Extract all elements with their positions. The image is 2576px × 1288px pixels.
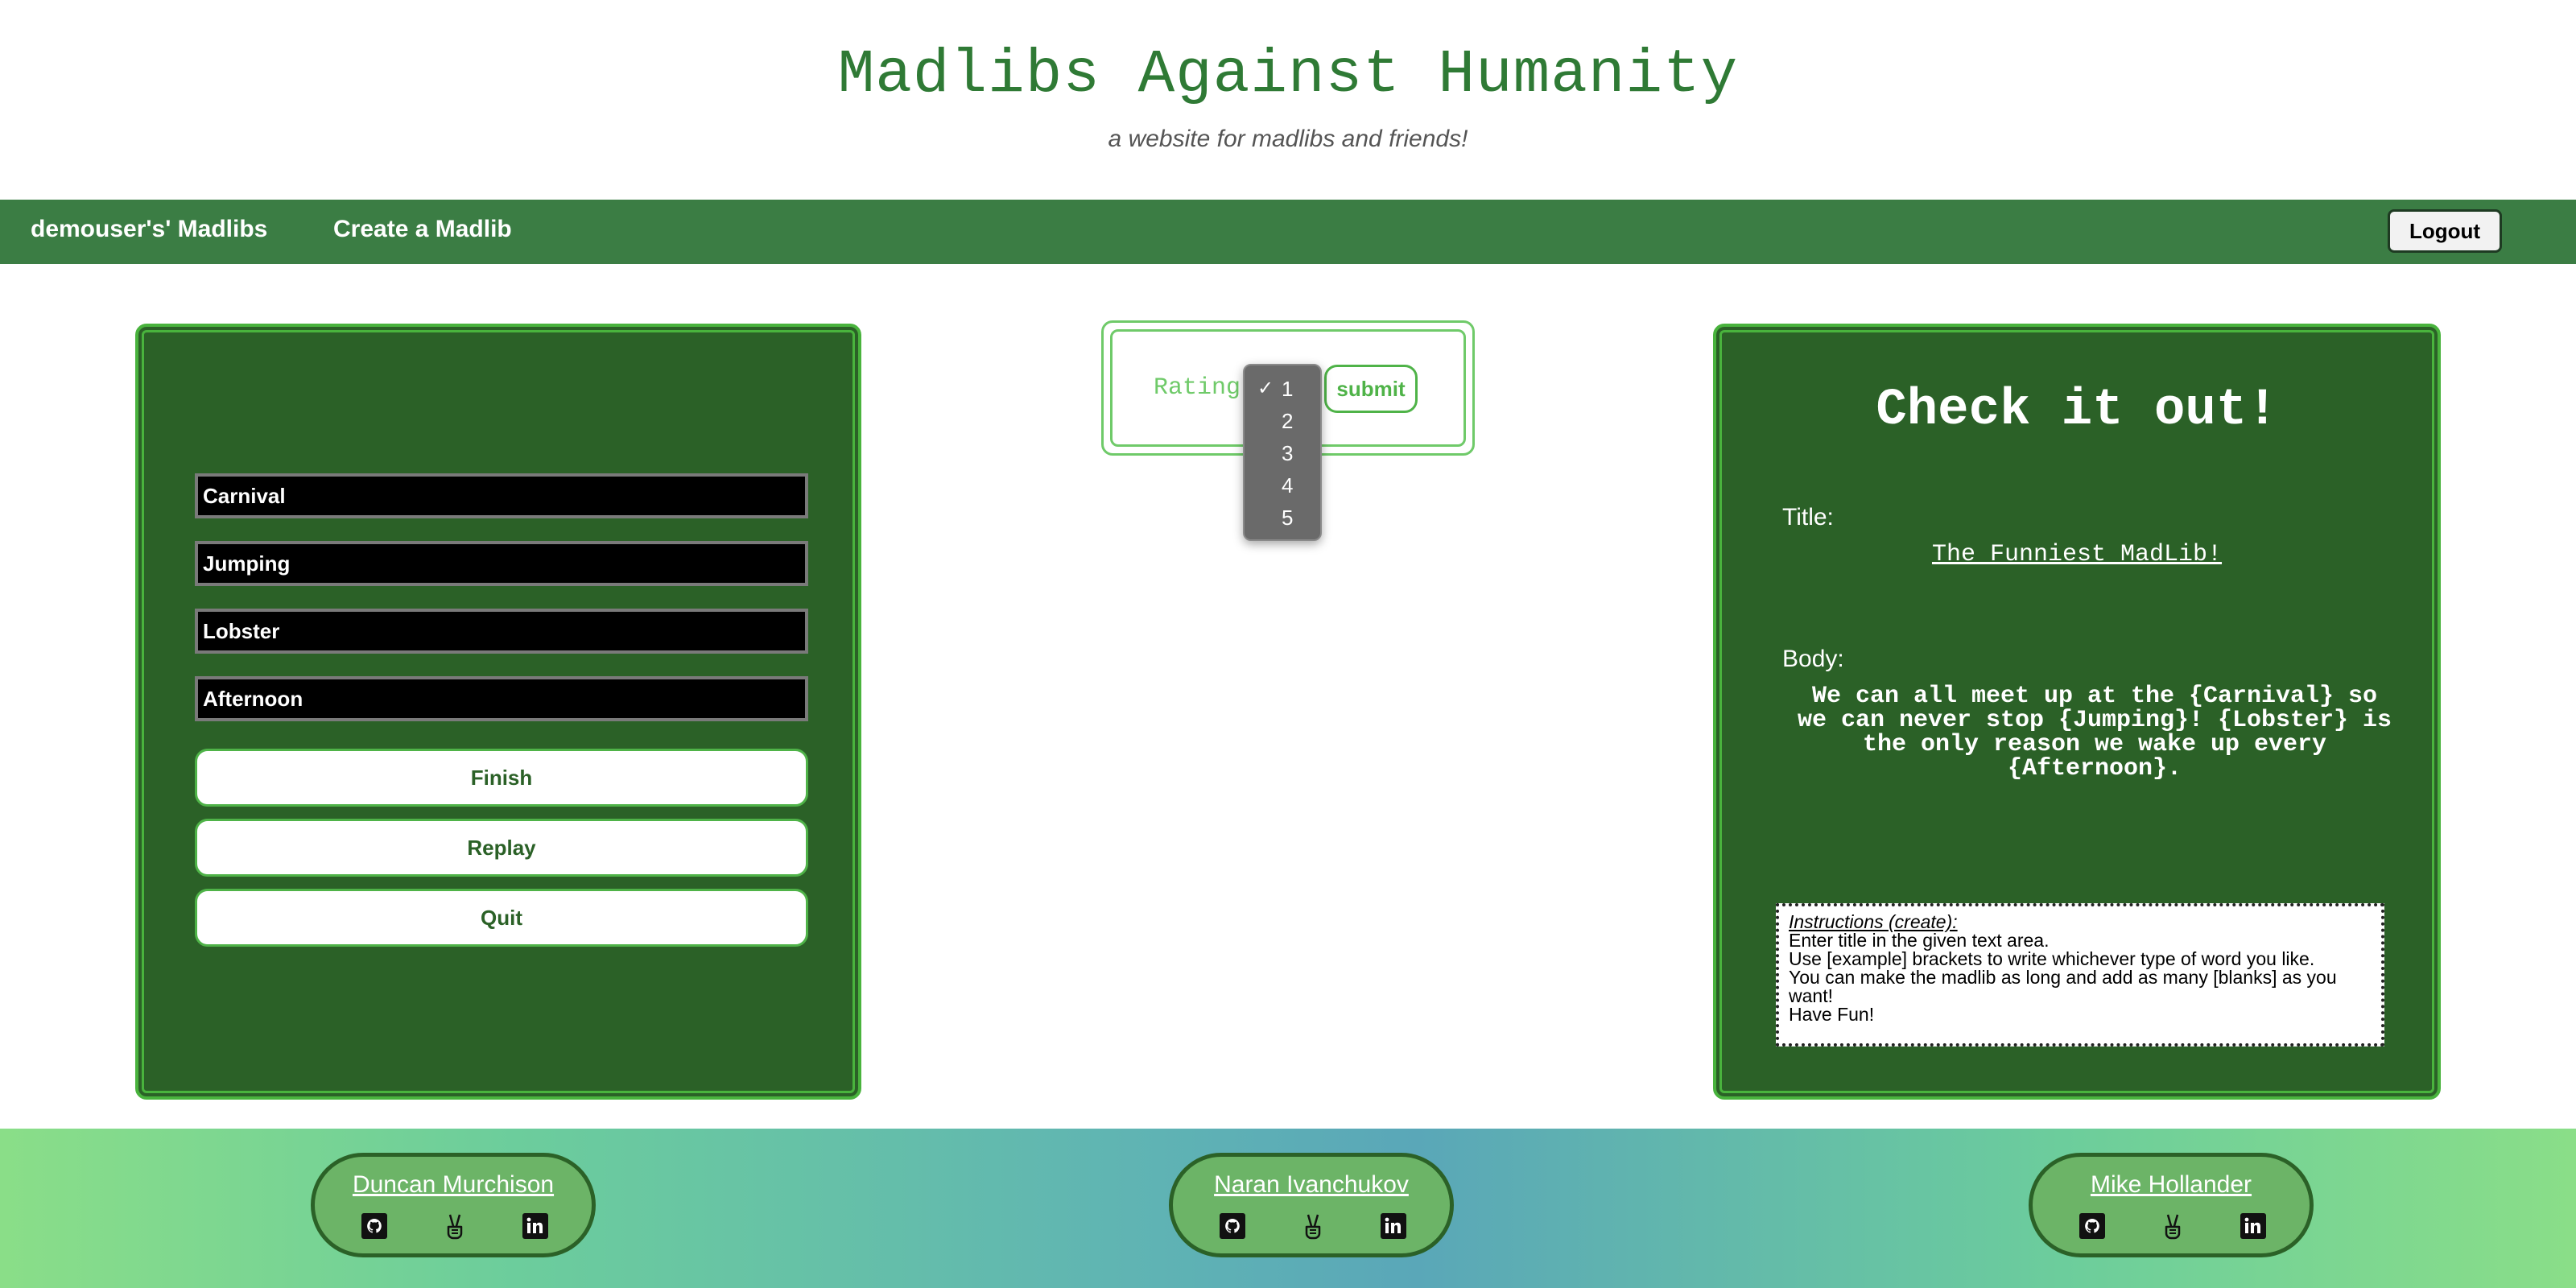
rating-option-label: 3 [1282, 441, 1294, 465]
replay-button[interactable]: Replay [195, 819, 808, 877]
finish-button[interactable]: Finish [195, 749, 808, 807]
body-label: Body: [1782, 646, 1844, 672]
site-subtitle: a website for madlibs and friends! [1108, 126, 1468, 152]
word-input-4[interactable]: Afternoon [195, 676, 808, 721]
check-icon: ✓ [1257, 378, 1274, 399]
peace-hand-icon[interactable] [2158, 1212, 2187, 1241]
preview-heading: Check it out! [1876, 382, 2278, 440]
rating-option-5[interactable]: 5 [1245, 502, 1323, 535]
instructions-line: Use [example] brackets to write whicheve… [1789, 948, 2315, 969]
author-name-link[interactable]: Naran Ivanchukov [1173, 1171, 1450, 1199]
title-label: Title: [1782, 504, 1834, 530]
author-card-naran: Naran Ivanchukov [1169, 1153, 1454, 1257]
rating-option-label: 1 [1282, 377, 1294, 401]
rating-select-dropdown[interactable]: ✓ 1 2 3 4 5 [1243, 364, 1322, 541]
word-input-2[interactable]: Jumping [195, 541, 808, 586]
author-card-duncan: Duncan Murchison [311, 1153, 596, 1257]
rating-option-label: 5 [1282, 506, 1294, 530]
peace-hand-icon[interactable] [1298, 1212, 1327, 1241]
author-card-mike: Mike Hollander [2029, 1153, 2314, 1257]
rating-option-1[interactable]: ✓ 1 [1245, 374, 1323, 406]
instructions-line: Enter title in the given text area. [1789, 930, 2050, 951]
instructions-title: Instructions (create): [1789, 911, 1958, 932]
instructions-box: Instructions (create): Enter title in th… [1776, 903, 2384, 1046]
rating-submit-button[interactable]: submit [1324, 365, 1418, 413]
instructions-line: You can make the madlib as long and add … [1789, 967, 2337, 1006]
linkedin-icon[interactable] [521, 1212, 550, 1241]
word-input-3[interactable]: Lobster [195, 609, 808, 654]
rating-option-label: 2 [1282, 409, 1294, 433]
rating-option-2[interactable]: 2 [1245, 406, 1323, 438]
peace-hand-icon[interactable] [440, 1212, 469, 1241]
instructions-line: Have Fun! [1789, 1004, 1875, 1025]
nav-create-madlib-link[interactable]: Create a Madlib [333, 216, 512, 243]
github-icon[interactable] [360, 1212, 389, 1241]
rating-option-3[interactable]: 3 [1245, 438, 1323, 470]
madlib-body: We can all meet up at the {Carnival} so … [1797, 683, 2392, 782]
madlib-preview-panel: Check it out! Title: The Funniest MadLib… [1713, 324, 2441, 1100]
github-icon[interactable] [2078, 1212, 2107, 1241]
rating-option-label: 4 [1282, 473, 1294, 497]
linkedin-icon[interactable] [2239, 1212, 2268, 1241]
footer: Duncan Murchison Naran Ivanchukov Mike H… [0, 1129, 2576, 1288]
quit-button[interactable]: Quit [195, 889, 808, 947]
navbar: demouser's' Madlibs Create a Madlib Logo… [0, 200, 2576, 264]
logout-button[interactable]: Logout [2388, 209, 2502, 253]
word-input-1[interactable]: Carnival [195, 473, 808, 518]
site-title: Madlibs Against Humanity [837, 40, 1739, 109]
github-icon[interactable] [1218, 1212, 1247, 1241]
madlib-title: The Funniest MadLib! [1931, 541, 2223, 568]
linkedin-icon[interactable] [1379, 1212, 1408, 1241]
rating-option-4[interactable]: 4 [1245, 470, 1323, 502]
madlib-play-panel: Carnival Jumping Lobster Afternoon Finis… [135, 324, 861, 1100]
rating-label: Rating [1154, 374, 1241, 402]
nav-my-madlibs-link[interactable]: demouser's' Madlibs [31, 216, 267, 243]
author-name-link[interactable]: Duncan Murchison [315, 1171, 592, 1199]
author-name-link[interactable]: Mike Hollander [2033, 1171, 2310, 1199]
